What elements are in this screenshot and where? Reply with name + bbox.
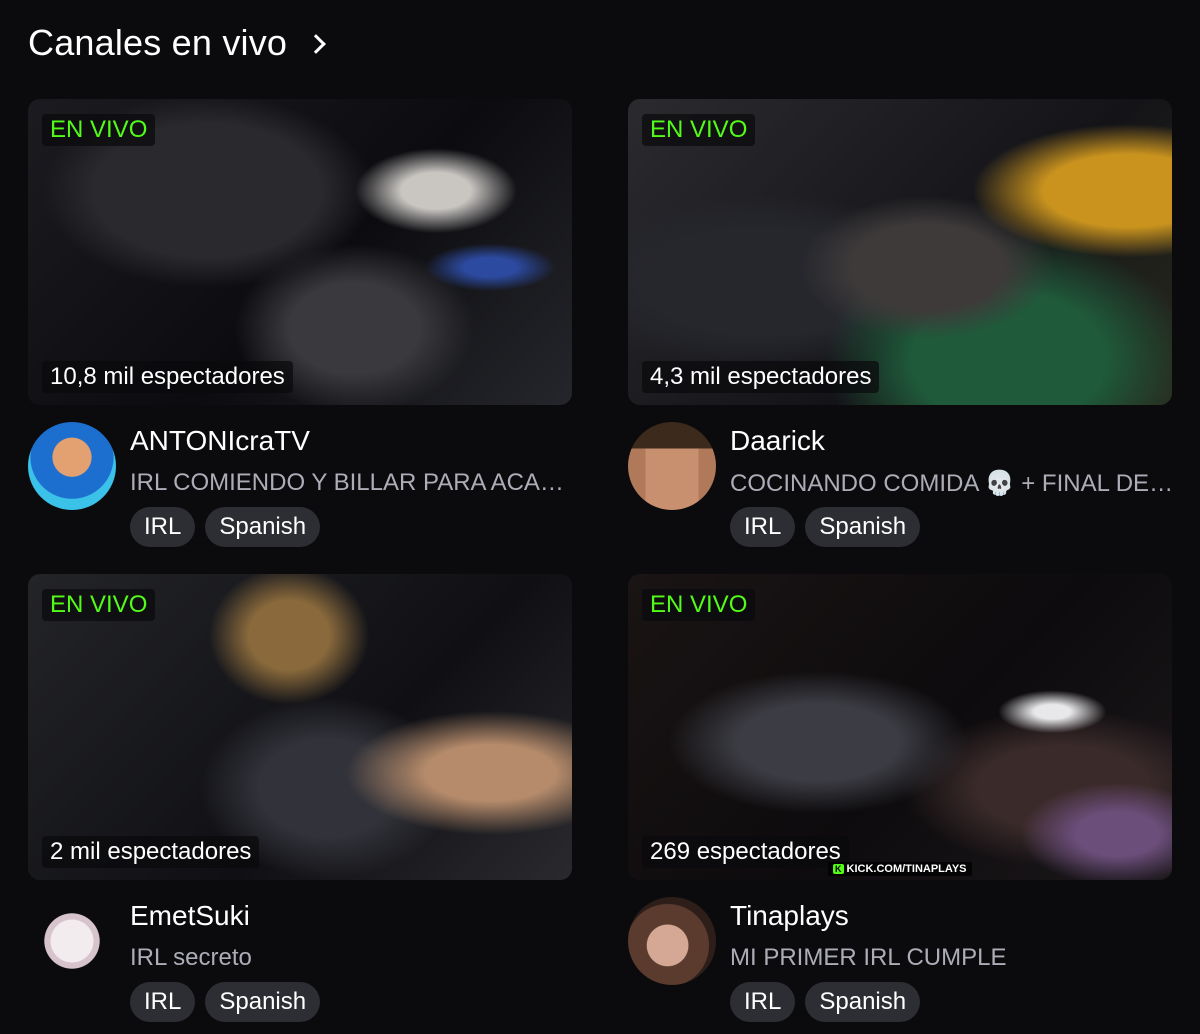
- tag-list: IRL Spanish: [130, 982, 321, 1022]
- channel-info: Daarick COCINANDO COMIDA 💀 + FINAL DEL D…: [628, 405, 1174, 547]
- kick-logo-icon: K: [833, 864, 844, 874]
- viewer-count: 10,8 mil espectadores: [42, 361, 293, 393]
- live-badge: EN VIVO: [42, 589, 156, 621]
- channel-info: ANTONIcraTV IRL COMIENDO Y BILLAR PARA A…: [28, 405, 574, 547]
- tag-language[interactable]: Spanish: [205, 507, 321, 547]
- tag-language[interactable]: Spanish: [805, 507, 921, 547]
- stream-thumbnail[interactable]: EN VIVO 4,3 mil espectadores: [628, 99, 1172, 405]
- channel-avatar[interactable]: [628, 422, 716, 510]
- live-badge: EN VIVO: [642, 114, 756, 146]
- channel-card: EN VIVO 269 espectadores K KICK.COM/TINA…: [628, 574, 1174, 1022]
- channel-name[interactable]: ANTONIcraTV: [130, 425, 310, 457]
- tag-list: IRL Spanish: [730, 507, 921, 547]
- stream-thumbnail[interactable]: EN VIVO 269 espectadores K KICK.COM/TINA…: [628, 574, 1172, 880]
- stream-thumbnail[interactable]: EN VIVO 10,8 mil espectadores: [28, 99, 572, 405]
- stream-title[interactable]: COCINANDO COMIDA 💀 + FINAL DEL DIA: [730, 469, 1174, 498]
- viewer-count: 2 mil espectadores: [42, 836, 260, 868]
- watermark-text: KICK.COM/TINAPLAYS: [846, 863, 967, 875]
- tag-language[interactable]: Spanish: [805, 982, 921, 1022]
- live-badge: EN VIVO: [642, 589, 756, 621]
- channel-info: EmetSuki IRL secreto IRL Spanish: [28, 880, 574, 1022]
- channel-card: EN VIVO 2 mil espectadores EmetSuki IRL …: [28, 574, 574, 1022]
- stream-title[interactable]: IRL COMIENDO Y BILLAR PARA ACABAR EL DIA: [130, 469, 574, 497]
- stream-thumbnail[interactable]: EN VIVO 2 mil espectadores: [28, 574, 572, 880]
- tag-irl[interactable]: IRL: [730, 982, 796, 1022]
- channel-name[interactable]: Daarick: [730, 425, 825, 457]
- live-badge: EN VIVO: [42, 114, 156, 146]
- tag-list: IRL Spanish: [130, 507, 321, 547]
- tag-irl[interactable]: IRL: [130, 507, 196, 547]
- tag-list: IRL Spanish: [730, 982, 921, 1022]
- channel-card: EN VIVO 10,8 mil espectadores ANTONIcraT…: [28, 99, 574, 547]
- tag-irl[interactable]: IRL: [130, 982, 196, 1022]
- tag-irl[interactable]: IRL: [730, 507, 796, 547]
- channel-avatar[interactable]: [628, 897, 716, 985]
- stream-watermark: K KICK.COM/TINAPLAYS: [828, 862, 972, 876]
- channel-name[interactable]: EmetSuki: [130, 900, 250, 932]
- chevron-right-icon[interactable]: [306, 34, 327, 54]
- channel-card: EN VIVO 4,3 mil espectadores Daarick COC…: [628, 99, 1174, 547]
- channel-info: Tinaplays MI PRIMER IRL CUMPLE IRL Spani…: [628, 880, 1174, 1022]
- stream-title[interactable]: MI PRIMER IRL CUMPLE: [730, 944, 1174, 972]
- stream-title[interactable]: IRL secreto: [130, 944, 574, 972]
- channel-avatar[interactable]: [28, 897, 116, 985]
- section-title[interactable]: Canales en vivo: [28, 22, 287, 64]
- viewer-count: 4,3 mil espectadores: [642, 361, 880, 393]
- channel-name[interactable]: Tinaplays: [730, 900, 849, 932]
- channel-avatar[interactable]: [28, 422, 116, 510]
- section-header[interactable]: Canales en vivo: [28, 22, 327, 64]
- tag-language[interactable]: Spanish: [205, 982, 321, 1022]
- viewer-count: 269 espectadores: [642, 836, 849, 868]
